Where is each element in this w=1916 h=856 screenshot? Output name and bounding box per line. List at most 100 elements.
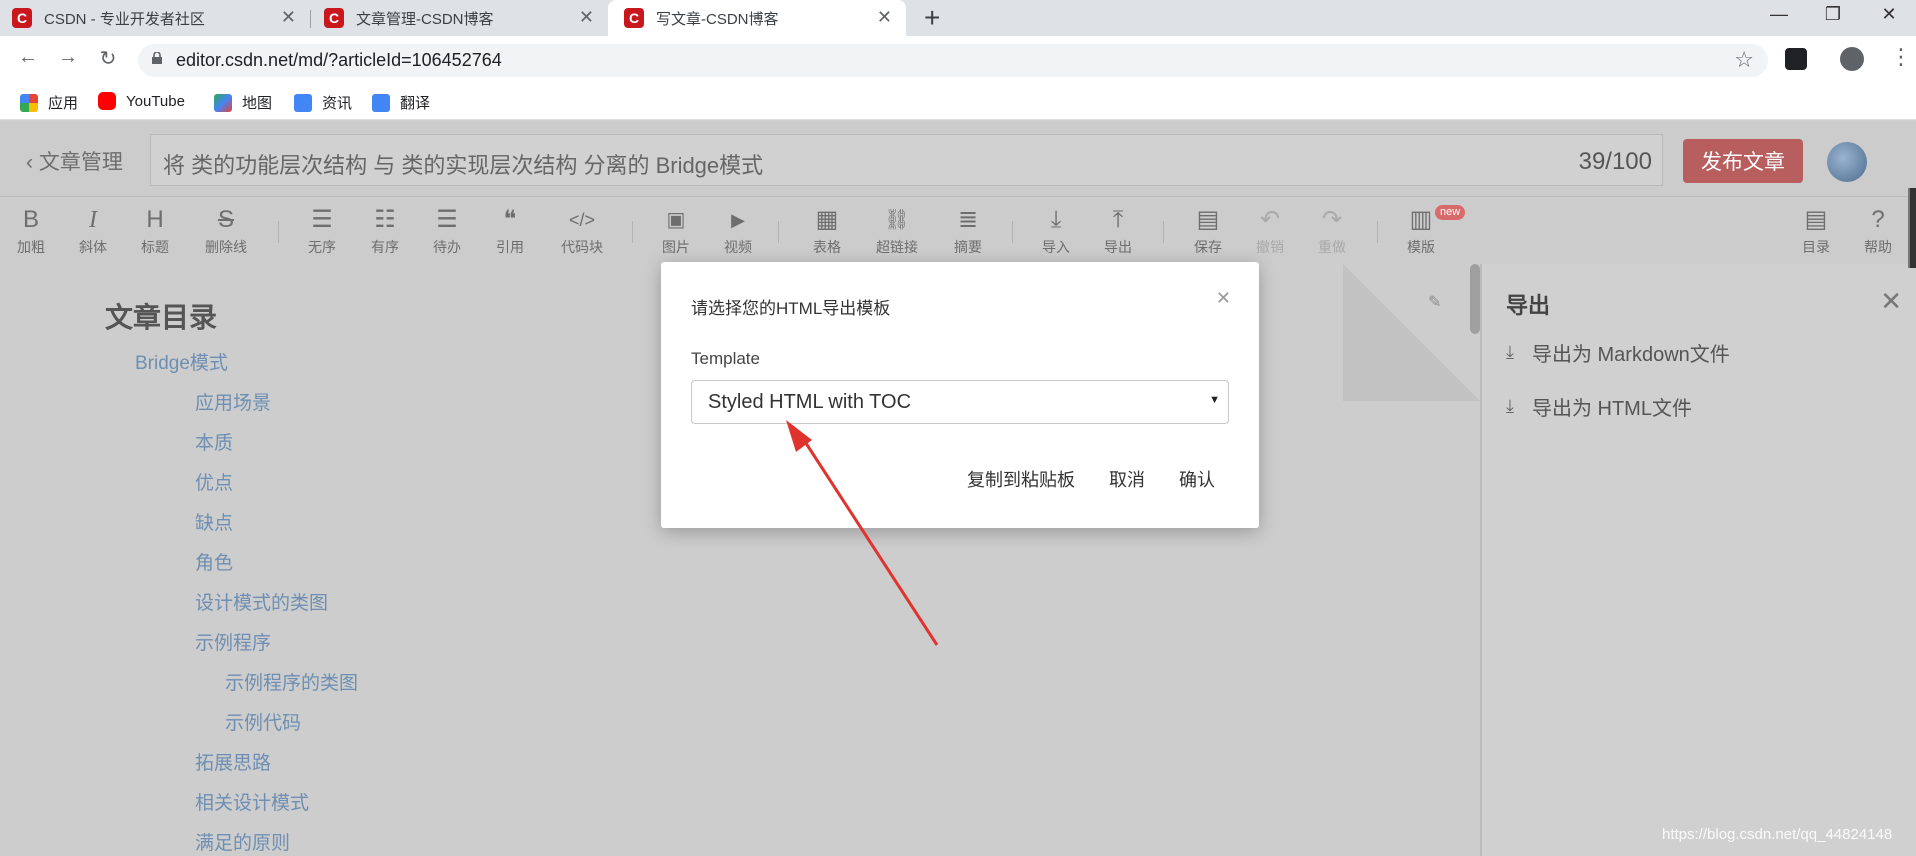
browser-toolbar: ← → ↻ editor.csdn.net/md/?articleId=1064… bbox=[0, 36, 1916, 84]
toc-item[interactable]: 本质 bbox=[195, 428, 233, 455]
confirm-button[interactable]: 确认 bbox=[1179, 466, 1215, 492]
browser-tab-csdn[interactable]: C CSDN - 专业开发者社区 ✕ bbox=[12, 0, 310, 36]
youtube-icon bbox=[98, 92, 116, 110]
table-icon: ▦ bbox=[815, 206, 839, 233]
more-menu-icon[interactable]: ⋮ bbox=[1890, 44, 1912, 70]
restore-icon[interactable]: ❐ bbox=[1818, 4, 1848, 25]
bookmark-star-icon[interactable]: ☆ bbox=[1734, 47, 1754, 73]
apps-grid-icon bbox=[20, 93, 38, 112]
toc-item[interactable]: 拓展思路 bbox=[195, 748, 271, 775]
unordered-list-icon: ☰ bbox=[311, 206, 333, 233]
avatar[interactable] bbox=[1827, 142, 1867, 182]
save-button[interactable]: ▤ 保存 bbox=[1180, 197, 1236, 265]
quote-button[interactable]: ❝ 引用 bbox=[482, 197, 538, 265]
unordered-list-button[interactable]: ☰ 无序 bbox=[294, 197, 350, 265]
news-icon bbox=[294, 93, 312, 112]
back-to-article-manage[interactable]: ‹ 文章管理 bbox=[26, 146, 123, 176]
bookmark-label: 应用 bbox=[48, 95, 79, 112]
export-panel: 导出 ✕ ⤓ 导出为 Markdown文件 ⤓ 导出为 HTML文件 bbox=[1482, 264, 1916, 856]
ordered-list-icon: ☷ bbox=[374, 206, 396, 233]
chevron-left-icon: ‹ bbox=[26, 151, 33, 174]
video-button[interactable]: ▶ 视频 bbox=[710, 197, 766, 265]
strikethrough-button[interactable]: S 删除线 bbox=[198, 197, 254, 265]
toolbar-divider bbox=[1377, 221, 1378, 243]
minimize-icon[interactable]: — bbox=[1764, 4, 1794, 25]
export-html-item[interactable]: ⤓ 导出为 HTML文件 bbox=[1506, 392, 1692, 421]
toc-item[interactable]: 角色 bbox=[195, 548, 233, 575]
browser-tab-strip: C CSDN - 专业开发者社区 ✕ C 文章管理-CSDN博客 ✕ C 写文章… bbox=[0, 0, 1916, 36]
video-icon: ▶ bbox=[731, 210, 745, 230]
toc-item[interactable]: 相关设计模式 bbox=[195, 788, 309, 815]
template-select[interactable]: Styled HTML with TOC ▼ bbox=[691, 380, 1229, 424]
bookmark-maps[interactable]: 地图 bbox=[214, 92, 272, 113]
lock-icon bbox=[152, 52, 162, 64]
summary-button[interactable]: ≣ 摘要 bbox=[940, 197, 996, 265]
undo-button[interactable]: ↶ 撤销 bbox=[1242, 197, 1298, 265]
save-icon: ▤ bbox=[1196, 206, 1220, 233]
toc-item[interactable]: 满足的原则 bbox=[195, 828, 290, 855]
tab-divider bbox=[310, 10, 311, 28]
close-icon[interactable]: ✕ bbox=[1216, 288, 1231, 309]
article-title-input[interactable]: 将 类的功能层次结构 与 类的实现层次结构 分离的 Bridge模式 39/10… bbox=[150, 134, 1663, 186]
toc-button[interactable]: ▤ 目录 bbox=[1788, 197, 1844, 265]
close-window-icon[interactable]: ✕ bbox=[1874, 4, 1904, 25]
toc-item[interactable]: Bridge模式 bbox=[135, 348, 228, 375]
table-button[interactable]: ▦ 表格 bbox=[799, 197, 855, 265]
preview-scrollbar[interactable] bbox=[1470, 264, 1480, 334]
heading-icon: H bbox=[146, 206, 164, 233]
import-button[interactable]: ⤓ 导入 bbox=[1028, 197, 1084, 265]
bookmark-translate[interactable]: 翻译 bbox=[372, 92, 430, 113]
close-tab-icon[interactable]: ✕ bbox=[579, 8, 594, 26]
csdn-favicon-icon: C bbox=[624, 8, 644, 28]
close-icon[interactable]: ✕ bbox=[1880, 286, 1902, 317]
download-icon: ⤓ bbox=[1506, 396, 1514, 416]
close-tab-icon[interactable]: ✕ bbox=[281, 8, 296, 26]
heading-button[interactable]: H 标题 bbox=[127, 197, 183, 265]
publish-button[interactable]: 发布文章 bbox=[1683, 139, 1803, 183]
back-arrow-icon[interactable]: ← bbox=[14, 46, 42, 69]
copy-to-clipboard-button[interactable]: 复制到粘贴板 bbox=[967, 466, 1075, 492]
reload-icon[interactable]: ↻ bbox=[94, 46, 122, 71]
download-icon: ⤓ bbox=[1506, 342, 1514, 362]
todo-list-icon: ☰ bbox=[436, 206, 458, 233]
export-markdown-item[interactable]: ⤓ 导出为 Markdown文件 bbox=[1506, 338, 1730, 367]
code-block-button[interactable]: </> 代码块 bbox=[552, 197, 612, 265]
hyperlink-button[interactable]: ⛓ 超链接 bbox=[869, 197, 925, 265]
help-button[interactable]: ? 帮助 bbox=[1850, 197, 1906, 265]
url-text: editor.csdn.net/md/?articleId=106452764 bbox=[176, 50, 502, 70]
bookmarks-bar: 应用 YouTube 地图 资讯 翻译 bbox=[0, 84, 1916, 120]
browser-tab-write-article[interactable]: C 写文章-CSDN博客 ✕ bbox=[608, 0, 906, 36]
toc-item[interactable]: 设计模式的类图 bbox=[195, 588, 328, 615]
toc-item[interactable]: 优点 bbox=[195, 468, 233, 495]
pencil-icon[interactable]: ✎ bbox=[1428, 292, 1441, 312]
forward-arrow-icon[interactable]: → bbox=[54, 46, 82, 69]
toc-item[interactable]: 缺点 bbox=[195, 508, 233, 535]
editor-header: ‹ 文章管理 将 类的功能层次结构 与 类的实现层次结构 分离的 Bridge模… bbox=[0, 122, 1916, 196]
bookmark-apps[interactable]: 应用 bbox=[20, 92, 78, 113]
ordered-list-button[interactable]: ☷ 有序 bbox=[357, 197, 413, 265]
bookmark-youtube[interactable]: YouTube bbox=[98, 92, 185, 110]
toolbar-divider bbox=[278, 221, 279, 243]
toc-item[interactable]: 示例程序的类图 bbox=[225, 668, 358, 695]
image-button[interactable]: ▣ 图片 bbox=[648, 197, 704, 265]
extension-icon[interactable] bbox=[1785, 48, 1807, 70]
cancel-button[interactable]: 取消 bbox=[1109, 466, 1145, 492]
toc-item[interactable]: 应用场景 bbox=[195, 388, 271, 415]
address-bar[interactable]: editor.csdn.net/md/?articleId=106452764 … bbox=[138, 44, 1768, 77]
toc-item[interactable]: 示例程序 bbox=[195, 628, 271, 655]
code-icon: </> bbox=[568, 210, 596, 230]
italic-button[interactable]: I 斜体 bbox=[65, 197, 121, 265]
profile-icon[interactable] bbox=[1840, 47, 1864, 71]
browser-tab-article-manage[interactable]: C 文章管理-CSDN博客 ✕ bbox=[312, 0, 608, 36]
new-badge: new bbox=[1435, 205, 1466, 220]
side-widget-edge bbox=[1908, 188, 1916, 268]
bold-button[interactable]: B 加粗 bbox=[3, 197, 59, 265]
toc-item[interactable]: 示例代码 bbox=[225, 708, 301, 735]
new-tab-button[interactable]: + bbox=[924, 2, 940, 34]
close-tab-icon[interactable]: ✕ bbox=[877, 8, 892, 26]
bookmark-news[interactable]: 资讯 bbox=[294, 92, 352, 113]
export-button[interactable]: ⤒ 导出 bbox=[1090, 197, 1146, 265]
italic-icon: I bbox=[89, 207, 97, 233]
todo-list-button[interactable]: ☰ 待办 bbox=[419, 197, 475, 265]
redo-button[interactable]: ↷ 重做 bbox=[1304, 197, 1360, 265]
